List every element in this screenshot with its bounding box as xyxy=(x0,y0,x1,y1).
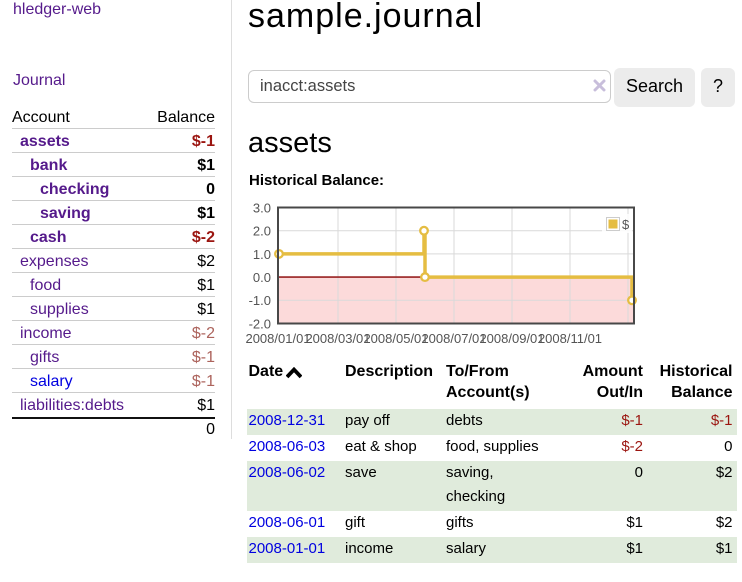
svg-text:1.0: 1.0 xyxy=(253,247,271,262)
svg-text:3.0: 3.0 xyxy=(253,200,271,215)
svg-text:2008/09/01: 2008/09/01 xyxy=(479,331,544,346)
svg-text:2.0: 2.0 xyxy=(253,224,271,239)
svg-text:0.0: 0.0 xyxy=(253,270,271,285)
svg-text:2008/03/01: 2008/03/01 xyxy=(305,331,370,346)
svg-text:2008/01/01: 2008/01/01 xyxy=(246,331,311,346)
svg-text:2008/11/01: 2008/11/01 xyxy=(538,331,602,346)
svg-text:-1.0: -1.0 xyxy=(249,293,271,308)
svg-text:2008/07/01: 2008/07/01 xyxy=(421,331,486,346)
svg-text:-2.0: -2.0 xyxy=(249,316,271,331)
svg-text:2008/05/01: 2008/05/01 xyxy=(363,331,428,346)
svg-text:$: $ xyxy=(622,217,630,232)
